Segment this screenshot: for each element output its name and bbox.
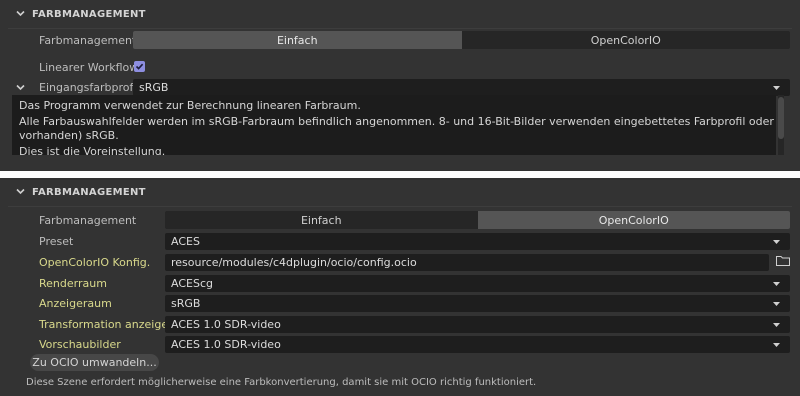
divider	[8, 206, 792, 207]
preset-label: Preset	[39, 235, 74, 248]
thumbnails-dropdown[interactable]: ACES 1.0 SDR-video	[165, 336, 790, 353]
color-management-panel-simple: FARBMANAGEMENT Farbmanagement Einfach Op…	[0, 0, 800, 171]
mode-option-opencolorio[interactable]: OpenColorIO	[477, 211, 790, 229]
linear-workflow-label: Linearer Workflow	[39, 61, 139, 74]
dropdown-arrow-icon	[773, 323, 780, 327]
ocio-config-path-field[interactable]: resource/modules/c4dplugin/ocio/config.o…	[165, 254, 769, 271]
input-profile-label: Eingangsfarbprofil	[39, 81, 140, 94]
conversion-note: Diese Szene erfordert möglicherweise ein…	[26, 377, 537, 388]
preset-dropdown[interactable]: ACES	[165, 233, 790, 250]
checkmark-icon	[135, 63, 144, 70]
folder-icon[interactable]	[776, 255, 790, 266]
color-management-label: Farbmanagement	[39, 214, 137, 227]
display-space-dropdown[interactable]: sRGB	[165, 295, 790, 312]
input-profile-dropdown[interactable]: sRGB	[133, 79, 790, 96]
linear-workflow-checkbox[interactable]	[134, 61, 145, 72]
dropdown-arrow-icon	[773, 240, 780, 244]
chevron-down-icon[interactable]	[16, 83, 25, 92]
color-management-panel-ocio: FARBMANAGEMENT Farbmanagement Einfach Op…	[0, 178, 800, 396]
section-title: FARBMANAGEMENT	[32, 187, 146, 198]
color-management-label: Farbmanagement	[39, 34, 137, 47]
render-space-dropdown[interactable]: ACEScg	[165, 275, 790, 292]
convert-to-ocio-button[interactable]: Zu OCIO umwandeln...	[30, 354, 159, 371]
render-space-label: Renderraum	[39, 277, 107, 290]
description-line: Das Programm verwendet zur Berechnung li…	[19, 99, 361, 112]
description-line: Dies ist die Voreinstellung.	[19, 145, 166, 155]
dropdown-arrow-icon	[773, 343, 780, 347]
dropdown-arrow-icon	[773, 282, 780, 286]
dropdown-arrow-icon	[773, 86, 780, 90]
chevron-down-icon[interactable]	[16, 9, 25, 18]
divider	[8, 28, 792, 29]
chevron-down-icon[interactable]	[16, 187, 25, 196]
thumbnails-label: Vorschaubilder	[39, 338, 121, 351]
view-transform-value: ACES 1.0 SDR-video	[171, 318, 281, 331]
ocio-config-path: resource/modules/c4dplugin/ocio/config.o…	[171, 256, 417, 269]
thumbnails-value: ACES 1.0 SDR-video	[171, 338, 281, 351]
input-profile-value: sRGB	[139, 81, 169, 94]
display-space-label: Anzeigeraum	[39, 297, 112, 310]
preset-value: ACES	[171, 235, 200, 248]
dropdown-arrow-icon	[773, 302, 780, 306]
view-transform-dropdown[interactable]: ACES 1.0 SDR-video	[165, 316, 790, 333]
section-title: FARBMANAGEMENT	[32, 9, 146, 20]
color-management-mode-switch[interactable]: Einfach OpenColorIO	[165, 211, 790, 229]
mode-option-opencolorio[interactable]: OpenColorIO	[462, 31, 791, 49]
scrollbar-thumb[interactable]	[778, 97, 784, 139]
display-space-value: sRGB	[171, 297, 201, 310]
mode-option-einfach[interactable]: Einfach	[133, 31, 462, 49]
view-transform-label: Transformation anzeigen	[39, 318, 176, 331]
render-space-value: ACEScg	[171, 277, 213, 290]
description-line: vorhanden) sRGB.	[19, 129, 119, 142]
color-management-mode-switch[interactable]: Einfach OpenColorIO	[133, 31, 790, 49]
ocio-config-label: OpenColorIO Konfig.	[39, 256, 151, 269]
mode-option-einfach[interactable]: Einfach	[165, 211, 478, 229]
description-line: Alle Farbauswahlfelder werden im sRGB-Fa…	[19, 115, 776, 128]
profile-description-box: Das Programm verwendet zur Berechnung li…	[12, 95, 776, 155]
